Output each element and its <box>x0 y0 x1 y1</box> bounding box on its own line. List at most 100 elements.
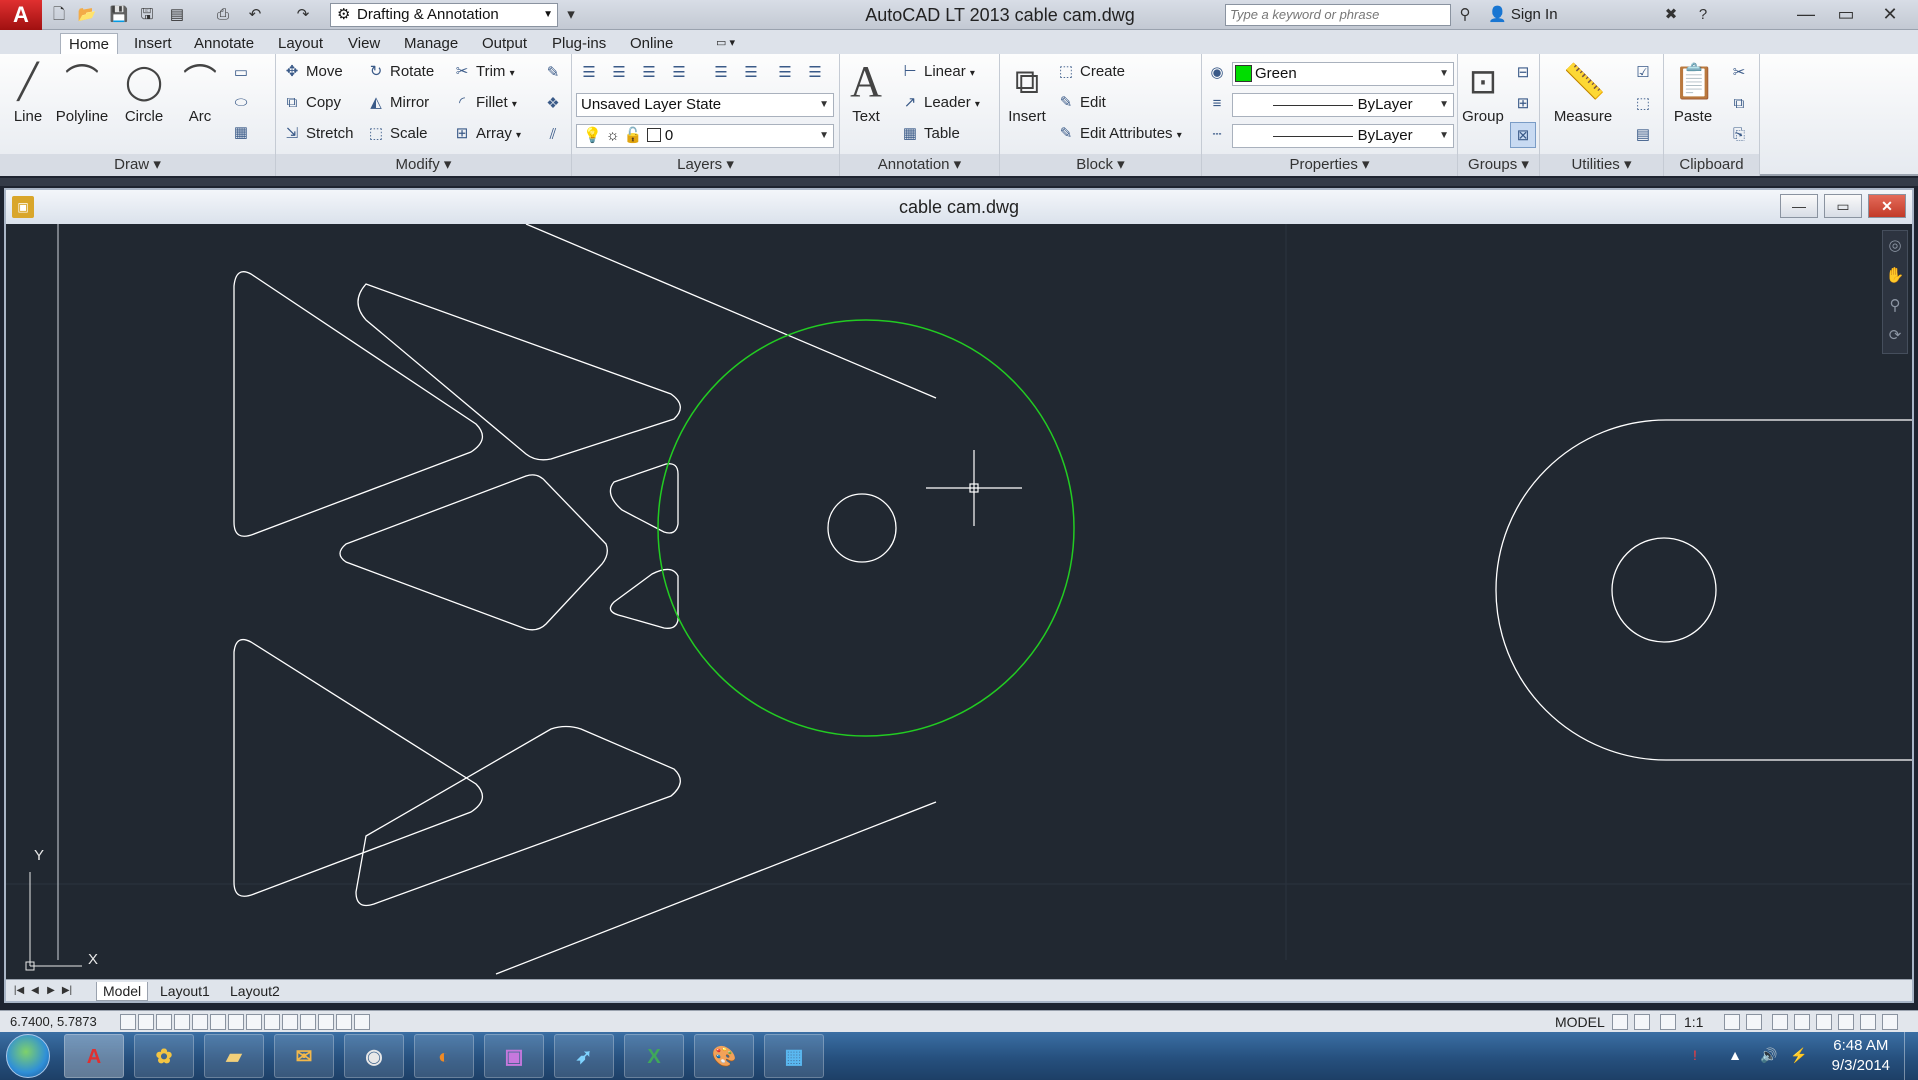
layer-state-select[interactable]: Unsaved Layer State ▼ <box>576 93 834 117</box>
exchange-icon[interactable]: ✖ <box>1660 4 1682 26</box>
lock-ui-icon[interactable] <box>1794 1014 1810 1030</box>
quick-view-drawings-icon[interactable] <box>1634 1014 1650 1030</box>
block-panel-title[interactable]: Block ▾ <box>1000 154 1201 176</box>
line-button[interactable]: ╱ Line <box>6 60 50 125</box>
lineweight-select[interactable]: ByLayer ▼ <box>1232 124 1454 148</box>
tab-insert[interactable]: Insert <box>126 33 180 54</box>
new-icon[interactable]: 🗋 <box>48 4 70 26</box>
select-all-icon[interactable]: ⬚ <box>1630 91 1656 117</box>
file-explorer-icon[interactable]: ▰ <box>204 1034 264 1078</box>
quick-select-icon[interactable]: ☑ <box>1630 60 1656 86</box>
window-close-button[interactable]: ✕ <box>1870 0 1910 30</box>
workspace-switching-icon[interactable] <box>1772 1014 1788 1030</box>
isolate-objects-icon[interactable] <box>1838 1014 1854 1030</box>
color-select[interactable]: Green ▼ <box>1232 62 1454 86</box>
tab-layout1[interactable]: Layout1 <box>154 982 216 1001</box>
object-snap-icon[interactable] <box>192 1014 208 1030</box>
open-icon[interactable]: 📂 <box>76 4 98 26</box>
last-tab-icon[interactable]: ▶| <box>60 983 74 998</box>
group-button[interactable]: ⊡ Group <box>1460 60 1506 125</box>
array-button[interactable]: ⊞ Array ▾ <box>452 122 521 146</box>
layer-previous-icon[interactable]: ☰ <box>738 60 764 86</box>
print-icon[interactable]: ⎙ <box>212 4 234 26</box>
prev-tab-icon[interactable]: ◀ <box>28 983 42 998</box>
layer-lock-icon[interactable]: ☰ <box>666 60 692 86</box>
ungroup-icon[interactable]: ⊟ <box>1510 60 1536 86</box>
next-tab-icon[interactable]: ▶ <box>44 983 58 998</box>
transparency-icon[interactable] <box>282 1014 298 1030</box>
application-menu-button[interactable]: A <box>0 0 42 30</box>
workspace-selector[interactable]: ⚙ Drafting & Annotation ▼ <box>330 3 558 27</box>
tab-home[interactable]: Home <box>60 33 119 54</box>
undo-icon[interactable]: ↶ <box>244 4 266 26</box>
linear-dimension-button[interactable]: ⊢ Linear ▾ <box>900 60 974 84</box>
plot-preview-icon[interactable]: ▤ <box>166 4 188 26</box>
ortho-mode-icon[interactable] <box>156 1014 172 1030</box>
window-minimize-button[interactable]: — <box>1786 0 1826 30</box>
photo-viewer-icon[interactable]: ▦ <box>764 1034 824 1078</box>
clipboard-panel-title[interactable]: Clipboard <box>1664 154 1759 176</box>
tab-output[interactable]: Output <box>474 33 535 54</box>
drawing-file-icon[interactable]: ▣ <box>12 196 34 218</box>
drawing-svg[interactable]: Y X <box>6 224 1912 982</box>
lineweight-display-icon[interactable] <box>264 1014 280 1030</box>
show-hidden-icons-icon[interactable]: ▲ <box>1726 1046 1744 1064</box>
coordinate-readout[interactable]: 6.7400, 5.7873 <box>10 1011 97 1033</box>
excel-icon[interactable]: X <box>624 1034 684 1078</box>
mirror-button[interactable]: ◭ Mirror <box>366 91 429 115</box>
paint-icon[interactable]: 🎨 <box>694 1034 754 1078</box>
system-clock[interactable]: 6:48 AM 9/3/2014 <box>1832 1036 1890 1076</box>
modify-panel-title[interactable]: Modify ▾ <box>276 154 571 176</box>
ribbon-minimize-icon[interactable]: ▭ ▾ <box>708 33 743 54</box>
create-block-button[interactable]: ⬚ Create <box>1056 60 1125 84</box>
layer-match-icon[interactable]: ☰ <box>708 60 734 86</box>
table-button[interactable]: ▦ Table <box>900 122 960 146</box>
orbit-icon[interactable]: ⟳ <box>1883 321 1907 351</box>
quick-view-layouts-icon[interactable] <box>1612 1014 1628 1030</box>
selection-cycling-icon[interactable] <box>318 1014 334 1030</box>
remote-desktop-icon[interactable]: ▣ <box>484 1034 544 1078</box>
show-desktop-button[interactable] <box>1904 1032 1918 1080</box>
utilities-panel-title[interactable]: Utilities ▾ <box>1540 154 1663 176</box>
drawing-restore-button[interactable]: ▭ <box>1824 194 1862 218</box>
layer-isolate-icon[interactable]: ☰ <box>772 60 798 86</box>
save-as-icon[interactable]: 🖫 <box>136 4 158 26</box>
groups-panel-title[interactable]: Groups ▾ <box>1458 154 1539 176</box>
cut-icon[interactable]: ✂ <box>1726 60 1752 86</box>
tab-view[interactable]: View <box>340 33 388 54</box>
model-space-toggle[interactable]: MODEL <box>1555 1013 1605 1031</box>
edit-attributes-button[interactable]: ✎ Edit Attributes ▾ <box>1056 122 1182 146</box>
start-button[interactable] <box>6 1034 50 1078</box>
redo-icon[interactable]: ↷ <box>292 4 314 26</box>
annotation-scale[interactable]: 1:1 <box>1684 1013 1703 1031</box>
copy-with-base-icon[interactable]: ⎘ <box>1726 122 1752 148</box>
dynamic-ucs-icon[interactable] <box>228 1014 244 1030</box>
tab-plug-ins[interactable]: Plug-ins <box>544 33 614 54</box>
app-icon[interactable]: ➶ <box>554 1034 614 1078</box>
binoculars-icon[interactable]: ⚲ <box>1454 4 1476 26</box>
explode-icon[interactable]: ❖ <box>540 91 566 117</box>
help-icon[interactable]: ? <box>1692 4 1714 26</box>
snap-mode-icon[interactable] <box>120 1014 136 1030</box>
tab-annotate[interactable]: Annotate <box>186 33 262 54</box>
insert-block-button[interactable]: ⧉ Insert <box>1004 60 1050 125</box>
tab-model[interactable]: Model <box>96 982 149 1001</box>
first-tab-icon[interactable]: |◀ <box>12 983 26 998</box>
fillet-button[interactable]: ◜ Fillet ▾ <box>452 91 517 115</box>
layer-select[interactable]: 💡 ☼ 🔓 0 ▼ <box>576 124 834 148</box>
network-icon[interactable]: ⚡ <box>1790 1046 1808 1064</box>
group-selection-icon[interactable]: ⊠ <box>1510 122 1536 148</box>
zoom-icon[interactable]: ⚲ <box>1883 291 1907 321</box>
arc-button[interactable]: ⌒ Arc <box>176 60 224 125</box>
rotate-button[interactable]: ↻ Rotate <box>366 60 435 84</box>
clean-screen-icon[interactable] <box>1882 1014 1898 1030</box>
grid-display-icon[interactable] <box>138 1014 154 1030</box>
save-icon[interactable]: 💾 <box>108 4 130 26</box>
properties-panel-title[interactable]: Properties ▾ <box>1202 154 1457 176</box>
annotation-panel-title[interactable]: Annotation ▾ <box>840 154 999 176</box>
outlook-icon[interactable]: ✉ <box>274 1034 334 1078</box>
measure-button[interactable]: 📏 Measure <box>1548 60 1618 125</box>
layers-panel-title[interactable]: Layers ▾ <box>572 154 839 176</box>
pan-icon[interactable]: ✋ <box>1883 261 1907 291</box>
polar-tracking-icon[interactable] <box>174 1014 190 1030</box>
